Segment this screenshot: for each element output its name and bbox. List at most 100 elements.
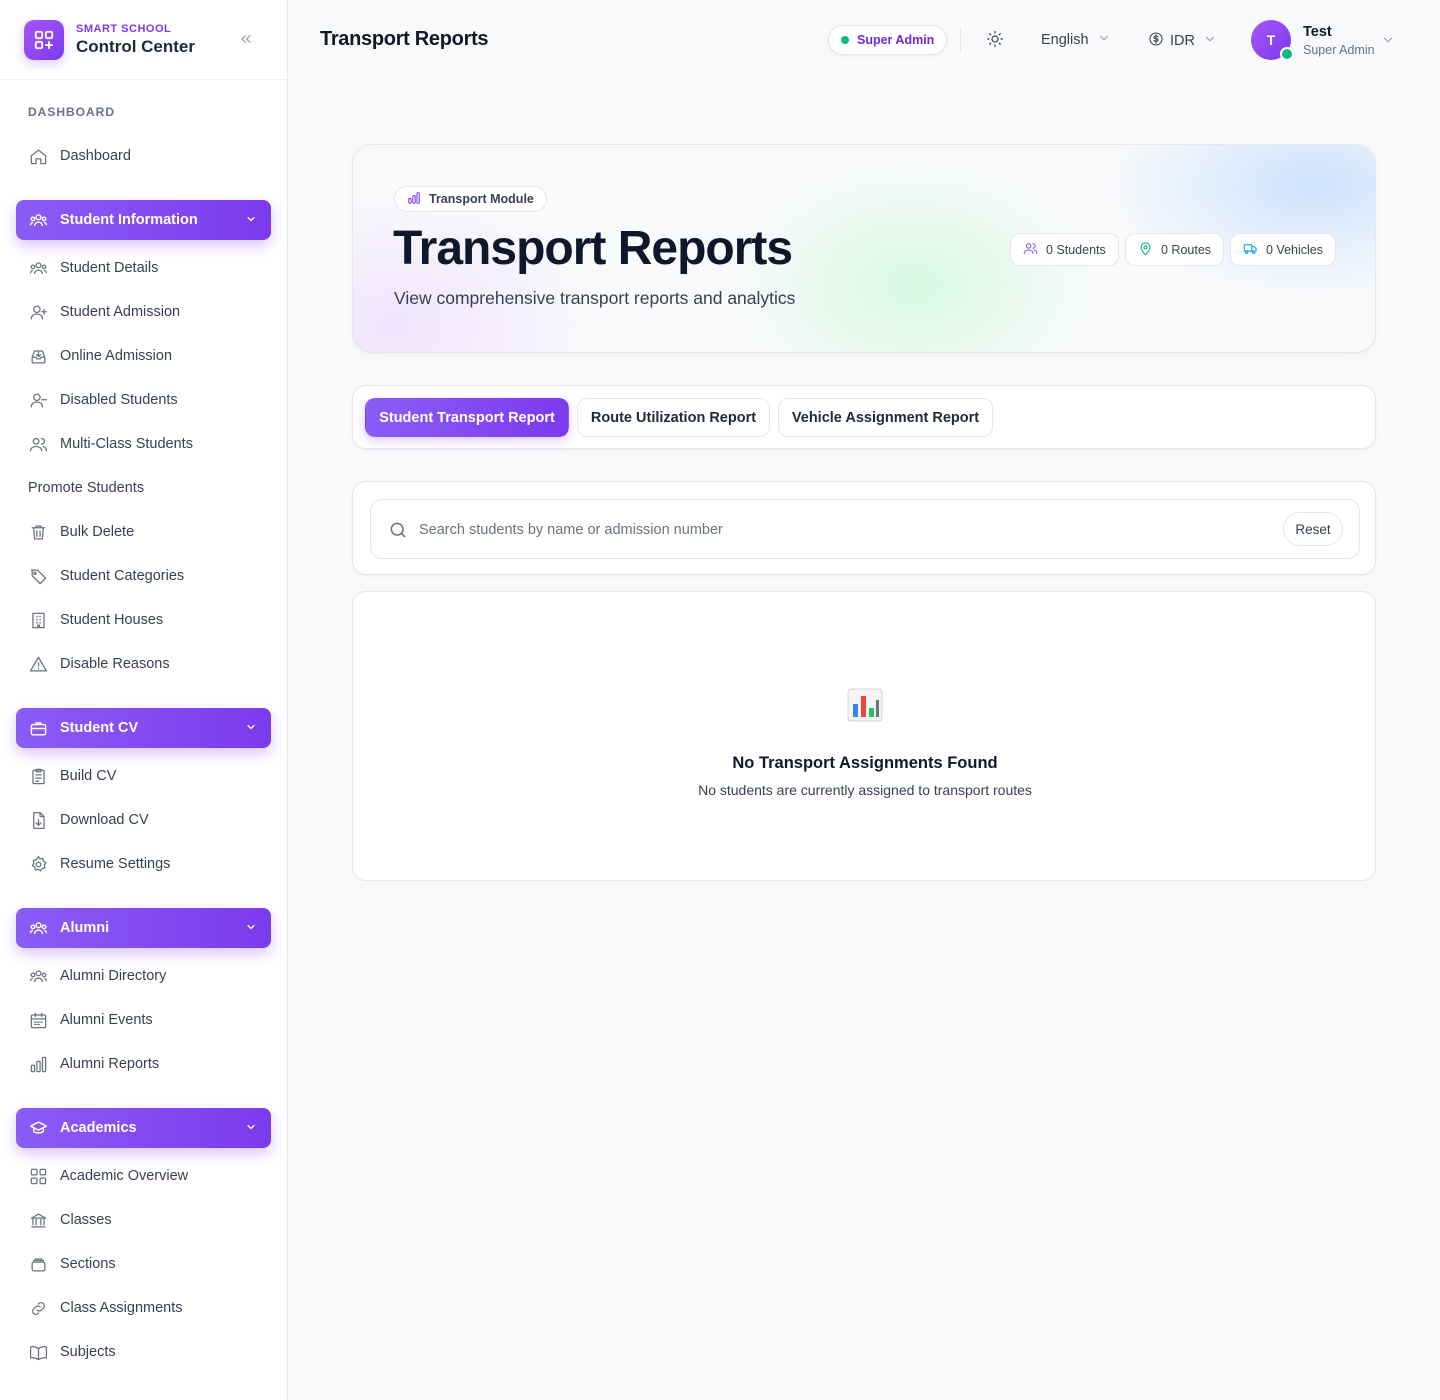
user-menu-chevron-icon[interactable] [1381, 33, 1395, 52]
hero-title: Transport Reports [393, 222, 793, 275]
header-divider [960, 28, 961, 52]
bar-chart-icon [28, 1054, 48, 1074]
truck-icon [1243, 241, 1258, 259]
tab-vehicle-assignment-report[interactable]: Vehicle Assignment Report [778, 398, 993, 437]
sidebar-item-subjects[interactable]: Subjects [16, 1332, 272, 1372]
sidebar-item-label: Bulk Delete [60, 524, 135, 540]
sidebar-item-build-cv[interactable]: Build CV [16, 756, 272, 796]
page-title: Transport Reports [320, 28, 489, 50]
home-icon [28, 146, 48, 166]
sidebar-item-student-houses[interactable]: Student Houses [16, 600, 272, 640]
currency-selector[interactable]: IDR [1148, 31, 1217, 51]
sidebar-item-label: Promote Students [28, 480, 145, 496]
users-two-icon [28, 434, 48, 454]
warning-icon [28, 654, 48, 674]
user-role: Super Admin [1303, 42, 1375, 57]
sidebar-item-classes[interactable]: Classes [16, 1200, 272, 1240]
calendar-icon [28, 1010, 48, 1030]
sidebar-item-alumni-events[interactable]: Alumni Events [16, 1000, 272, 1040]
sidebar-item-download-cv[interactable]: Download CV [16, 800, 272, 840]
role-badge-label: Super Admin [857, 33, 935, 47]
chevron-down-icon [1203, 32, 1217, 50]
tag-icon [28, 566, 48, 586]
top-header: Transport Reports Super Admin English ID… [288, 0, 1440, 80]
tab-student-transport-report[interactable]: Student Transport Report [365, 398, 569, 437]
sun-icon[interactable] [986, 30, 1006, 50]
reset-button[interactable]: Reset [1283, 512, 1343, 546]
sidebar-item-label: Online Admission [60, 348, 173, 364]
sidebar-group-label: Student CV [60, 720, 139, 736]
bar-chart-icon [847, 688, 883, 722]
sidebar-item-label: Student Admission [60, 304, 181, 320]
sidebar-item-student-details[interactable]: Student Details [16, 248, 272, 288]
stat-students-label: 0 Students [1046, 242, 1106, 257]
graduation-cap-icon [28, 1118, 48, 1138]
book-icon [28, 1342, 48, 1362]
sidebar-item-disable-reasons[interactable]: Disable Reasons [16, 644, 272, 684]
stat-routes: 0 Routes [1125, 233, 1225, 266]
sidebar-group-academics[interactable]: Academics [16, 1108, 271, 1148]
dollar-circle-icon [1148, 31, 1164, 51]
search-input[interactable] [419, 518, 1269, 542]
stat-vehicles-label: 0 Vehicles [1266, 242, 1323, 257]
sidebar-item-multi-class-students[interactable]: Multi-Class Students [16, 424, 272, 464]
sidebar-group-student-information[interactable]: Student Information [16, 200, 271, 240]
role-badge: Super Admin [828, 25, 948, 55]
sidebar-item-label: Alumni Directory [60, 968, 167, 984]
brand-subtitle: SMART SCHOOL [76, 22, 172, 35]
sidebar-group-alumni[interactable]: Alumni [16, 908, 271, 948]
sidebar-item-promote-students[interactable]: Promote Students [16, 468, 272, 508]
stat-vehicles: 0 Vehicles [1230, 233, 1336, 266]
chevron-down-icon [1097, 31, 1111, 49]
sidebar-item-student-admission[interactable]: Student Admission [16, 292, 272, 332]
user-menu[interactable]: T Test Super Admin [1251, 20, 1375, 61]
chevron-down-icon [245, 921, 257, 937]
sidebar-item-label: Dashboard [60, 148, 131, 164]
sidebar-group-student-cv[interactable]: Student CV [16, 708, 271, 748]
collapse-sidebar-icon[interactable] [235, 28, 257, 50]
users-group-icon [28, 210, 48, 230]
online-status-icon [1280, 47, 1294, 61]
language-label: English [1041, 32, 1089, 48]
language-selector[interactable]: English [1041, 31, 1111, 49]
sidebar-item-label: Student Categories [60, 568, 185, 584]
chevron-down-icon [245, 213, 257, 229]
users-group-icon [28, 918, 48, 938]
grid-icon [28, 1166, 48, 1186]
user-name: Test [1303, 23, 1332, 40]
avatar-initial: T [1266, 32, 1276, 48]
sidebar-item-student-categories[interactable]: Student Categories [16, 556, 272, 596]
sidebar-item-class-assignments[interactable]: Class Assignments [16, 1288, 272, 1328]
currency-label: IDR [1170, 33, 1195, 49]
sidebar-item-label: Academic Overview [60, 1168, 189, 1184]
avatar: T [1251, 20, 1294, 61]
user-info: Test Super Admin [1303, 24, 1375, 57]
sidebar-item-online-admission[interactable]: Online Admission [16, 336, 272, 376]
app-logo-icon [24, 19, 64, 60]
sidebar-item-disabled-students[interactable]: Disabled Students [16, 380, 272, 420]
sidebar-item-label: Classes [60, 1212, 112, 1228]
stat-students: 0 Students [1010, 233, 1119, 266]
sidebar-item-label: Build CV [60, 768, 117, 784]
sidebar-item-sections[interactable]: Sections [16, 1244, 272, 1284]
sidebar-item-resume-settings[interactable]: Resume Settings [16, 844, 272, 884]
users-icon [28, 966, 48, 986]
module-badge: Transport Module [394, 186, 547, 212]
gear-icon [28, 854, 48, 874]
sidebar-item-label: Download CV [60, 812, 149, 828]
users-icon [28, 258, 48, 278]
sidebar-item-alumni-directory[interactable]: Alumni Directory [16, 956, 272, 996]
sidebar-item-dashboard[interactable]: Dashboard [16, 136, 272, 176]
sidebar-item-alumni-reports[interactable]: Alumni Reports [16, 1044, 272, 1084]
institution-icon [28, 1210, 48, 1230]
link-icon [28, 1298, 48, 1318]
inbox-download-icon [28, 346, 48, 366]
hero-subtitle: View comprehensive transport reports and… [394, 288, 796, 308]
sidebar-item-academic-overview[interactable]: Academic Overview [16, 1156, 272, 1196]
tab-route-utilization-report[interactable]: Route Utilization Report [577, 398, 770, 437]
briefcase-icon [28, 718, 48, 738]
empty-state-title: No Transport Assignments Found [732, 754, 998, 772]
sidebar-item-label: Disable Reasons [60, 656, 170, 672]
results-panel: No Transport Assignments Found No studen… [352, 591, 1376, 881]
sidebar-item-bulk-delete[interactable]: Bulk Delete [16, 512, 272, 552]
